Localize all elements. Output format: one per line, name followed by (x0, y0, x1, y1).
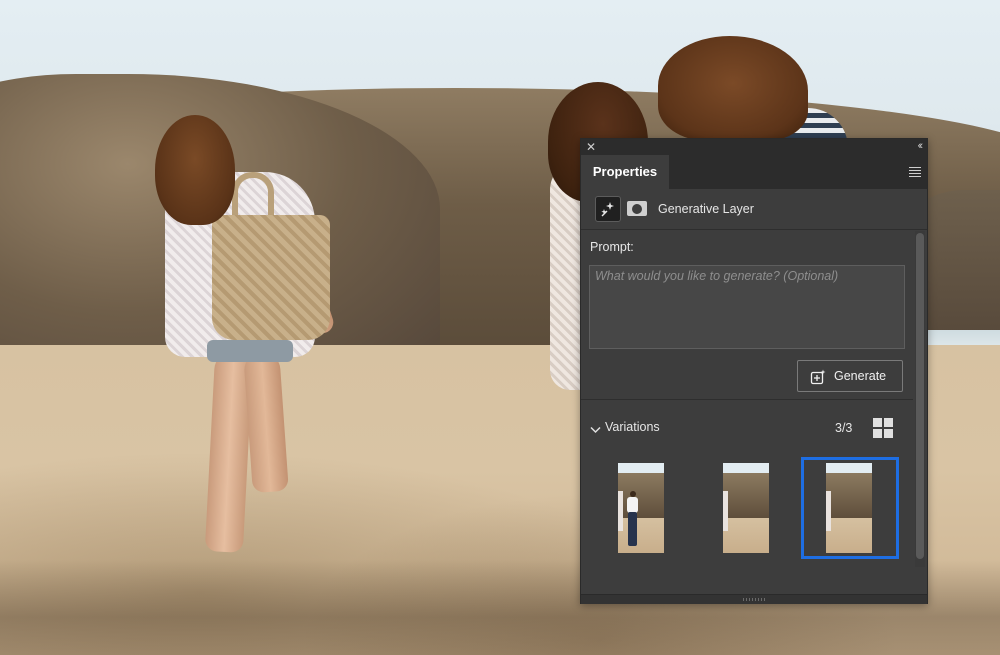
variation-image-1 (618, 463, 664, 553)
layer-name: Generative Layer (658, 202, 754, 216)
variation-thumbnail-1[interactable] (593, 457, 691, 559)
panel-titlebar: ✕ ‹‹ (581, 139, 927, 155)
third-person-hair (658, 36, 808, 141)
layer-mask-icon[interactable] (627, 201, 647, 216)
variation-thumbnail-3[interactable] (801, 457, 899, 559)
panel-scrollbar[interactable] (915, 231, 925, 567)
generate-plus-sparkle-icon (810, 369, 826, 388)
woman-shorts (207, 340, 293, 362)
grid-view-icon[interactable] (873, 418, 893, 438)
prompt-input[interactable] (589, 265, 905, 349)
variation-thumbnail-2[interactable] (698, 457, 796, 559)
hamburger-menu-icon[interactable] (909, 167, 921, 177)
variation-image-3 (826, 463, 872, 553)
layer-info-row: Generative Layer (581, 191, 927, 230)
woven-bag (212, 215, 330, 340)
variations-count: 3/3 (835, 421, 853, 435)
variations-header: Variations 3/3 (581, 413, 913, 443)
tab-properties[interactable]: Properties (581, 155, 669, 189)
variations-label[interactable]: Variations (605, 420, 660, 434)
chevron-down-icon[interactable] (590, 421, 601, 439)
generate-button[interactable]: Generate (797, 360, 903, 392)
variation-image-2 (723, 463, 769, 553)
close-icon[interactable]: ✕ (586, 140, 596, 154)
panel-tabbar: Properties (581, 155, 927, 189)
panel-bottom-bar (581, 594, 927, 604)
prompt-label: Prompt: (590, 240, 634, 254)
generate-button-label: Generate (834, 369, 887, 383)
resize-grip[interactable] (743, 598, 767, 601)
scrollbar-thumb[interactable] (916, 233, 924, 559)
variation-thumbnails (581, 457, 913, 567)
section-divider (581, 399, 913, 400)
woman-hair (155, 115, 235, 225)
properties-panel: ✕ ‹‹ Properties Generative Layer Prompt: (580, 138, 928, 604)
collapse-panel-icon[interactable]: ‹‹ (918, 139, 924, 153)
generative-sparkle-icon[interactable] (595, 196, 621, 222)
